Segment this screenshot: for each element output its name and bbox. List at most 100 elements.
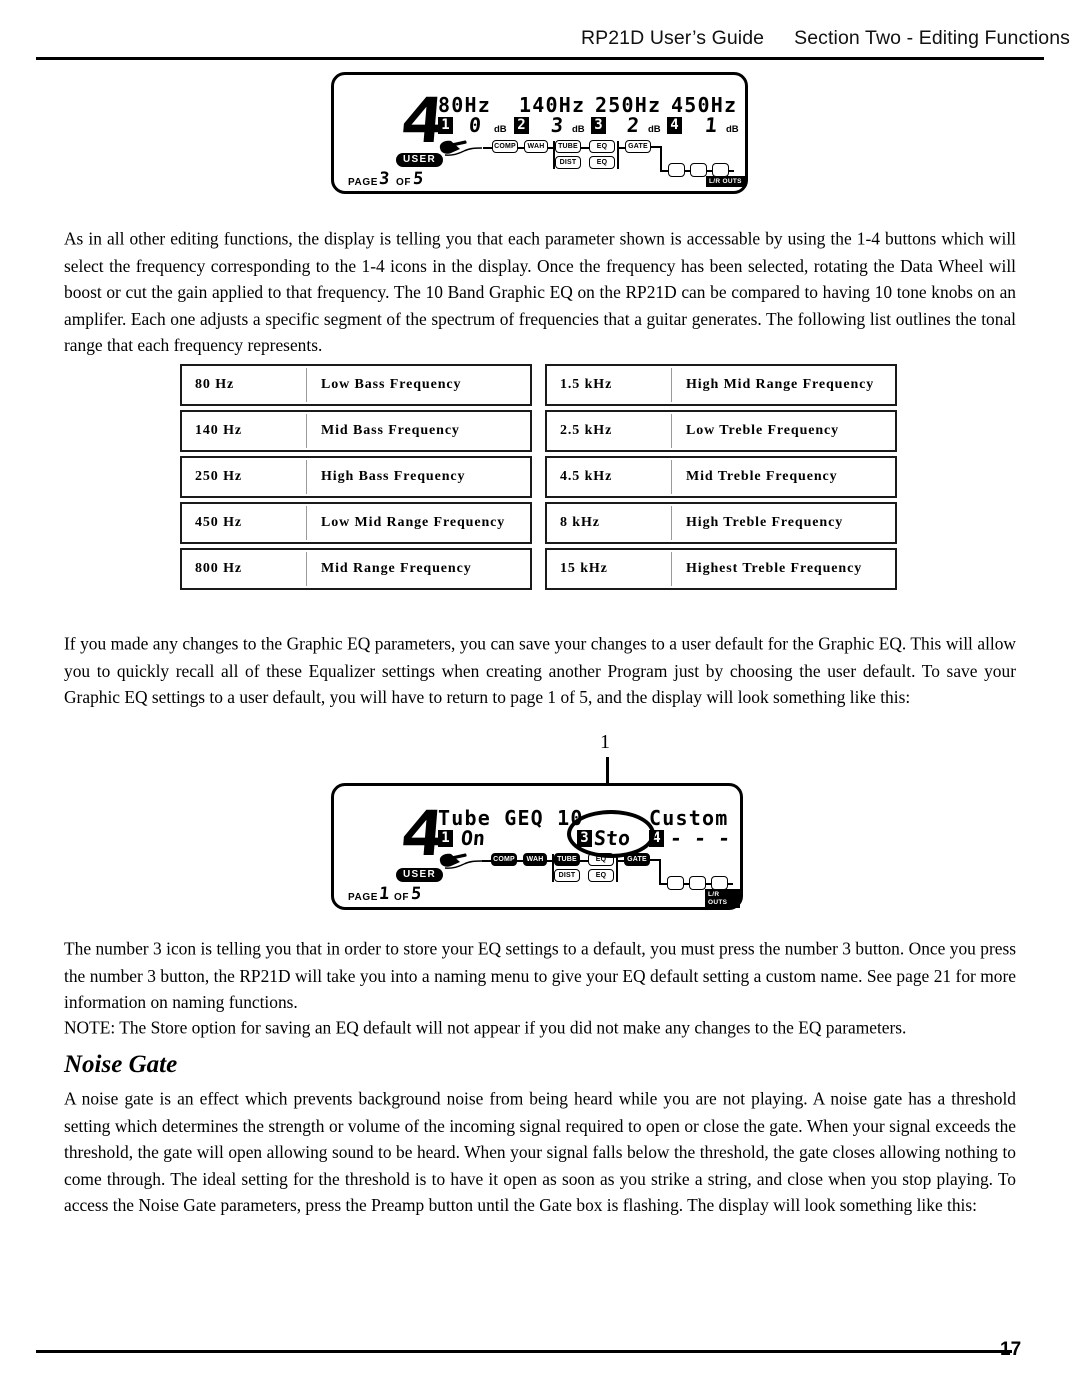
cell-divider [671,552,672,586]
cell-divider [671,460,672,494]
freq-value: 4.5 kHz [560,469,613,484]
lcd-display-page1: 4 USER PAGE 1 OF 5 Tube GEQ 10 Custom 1 … [331,783,743,910]
chain-bracket [616,854,618,882]
footer-divider [36,1350,1012,1353]
guitar-icon [438,139,484,166]
table-row: 140 Hz Mid Bass Frequency [180,410,532,452]
freq-value: 15 kHz [560,561,608,576]
table-row: 800 Hz Mid Range Frequency [180,548,532,590]
table-row: 2.5 kHz Low Treble Frequency [545,410,897,452]
user-badge: USER [396,868,443,882]
chain-box-fx-2[interactable] [690,163,707,177]
page-number: 17 [1000,1339,1022,1360]
chain-box-gate[interactable]: GATE [625,140,651,153]
chain-box-eq-1[interactable]: EQ [589,140,615,153]
param-1-index-box[interactable]: 1 [438,830,453,847]
cell-divider [306,414,307,448]
band-3-value: 2 [625,113,641,137]
cell-divider [306,552,307,586]
table-row: 4.5 kHz Mid Treble Frequency [545,456,897,498]
table-row: 250 Hz High Bass Frequency [180,456,532,498]
section-title: Section Two - Editing Functions [794,27,1070,49]
freq-value: 800 Hz [195,561,243,576]
chain-connector [581,147,589,149]
chain-box-dist[interactable]: DIST [554,869,580,882]
chain-drop [659,859,661,883]
band-2-unit: dB [572,124,585,135]
freq-description: Mid Bass Frequency [321,423,460,438]
band-1-index-box[interactable]: 1 [438,117,453,134]
number-three-paragraph: The number 3 icon is telling you that in… [64,938,1016,1012]
chain-connector [660,170,668,172]
chain-box-fx-3[interactable] [712,163,729,177]
page-of-label: OF [396,177,412,188]
page-label: PAGE [348,892,378,903]
chain-box-dist[interactable]: DIST [555,156,581,169]
freq-value: 140 Hz [195,423,243,438]
freq-description: Mid Range Frequency [321,561,472,576]
chain-box-fx-1[interactable] [668,163,685,177]
chain-box-wah[interactable]: WAH [524,140,548,153]
cell-divider [671,414,672,448]
freq-value: 2.5 kHz [560,423,613,438]
lr-outs-badge: L/R OUTS [706,176,745,187]
band-4-unit: dB [726,124,739,135]
table-row: 80 Hz Low Bass Frequency [180,364,532,406]
page-total: 5 [412,169,425,189]
band-1-freq-label: 80Hz [438,93,491,117]
freq-description: Low Mid Range Frequency [321,515,506,530]
chain-box-comp[interactable]: COMP [491,853,517,866]
user-default-paragraph: If you made any changes to the Graphic E… [64,633,1016,707]
freq-description: High Bass Frequency [321,469,466,484]
frequency-table-left: 80 Hz Low Bass Frequency 140 Hz Mid Bass… [180,364,532,594]
chain-box-comp[interactable]: COMP [492,140,518,153]
param-1-value: On [459,826,487,850]
page-label: PAGE [348,177,378,188]
chain-box-tube[interactable]: TUBE [555,140,581,153]
chain-box-fx-1[interactable] [667,876,684,890]
chain-box-tube[interactable]: TUBE [554,853,580,866]
chain-bracket [617,141,619,169]
cell-divider [306,506,307,540]
band-2-index-box[interactable]: 2 [514,117,529,134]
header-title-group: RP21D User’s Guide Section Two - Editing … [581,27,1070,50]
note-paragraph: NOTE: The Store option for saving an EQ … [64,1017,907,1038]
freq-description: High Treble Frequency [686,515,844,530]
freq-value: 8 kHz [560,515,600,530]
callout-number-1: 1 [600,731,610,753]
frequency-table-right: 1.5 kHz High Mid Range Frequency 2.5 kHz… [545,364,897,594]
chain-drop [660,146,662,170]
freq-description: Low Bass Frequency [321,377,462,392]
band-1-value: 0 [467,113,483,137]
table-row: 15 kHz Highest Treble Frequency [545,548,897,590]
lcd-inner-top: 4 USER PAGE 3 OF 5 80Hz 140Hz 250Hz 450H… [334,75,745,191]
page-of-label: OF [394,892,410,903]
chain-box-eq-2[interactable]: EQ [588,869,614,882]
chain-box-fx-2[interactable] [689,876,706,890]
band-3-index-box[interactable]: 3 [591,117,606,134]
band-4-index-box[interactable]: 4 [667,117,682,134]
freq-value: 250 Hz [195,469,243,484]
table-row: 8 kHz High Treble Frequency [545,502,897,544]
chain-box-fx-3[interactable] [711,876,728,890]
guide-title: RP21D User’s Guide [580,27,765,49]
header-divider [36,57,1044,60]
table-row: 450 Hz Low Mid Range Frequency [180,502,532,544]
band-2-value: 3 [549,113,565,137]
chain-box-wah[interactable]: WAH [523,853,547,866]
freq-value: 1.5 kHz [560,377,613,392]
lr-outs-badge: L/R OUTS [705,889,740,908]
chain-box-eq-2[interactable]: EQ [589,156,615,169]
program-name-label: Tube GEQ 10 [438,806,584,830]
user-badge: USER [396,153,443,167]
cell-divider [671,506,672,540]
freq-value: 80 Hz [195,377,235,392]
band-4-value: 1 [703,113,719,137]
param-4-value: - - - [668,826,732,850]
band-1-unit: dB [494,124,507,135]
guitar-icon [438,852,484,879]
freq-value: 450 Hz [195,515,243,530]
cell-divider [306,368,307,402]
cell-divider [306,460,307,494]
freq-description: Low Treble Frequency [686,423,840,438]
